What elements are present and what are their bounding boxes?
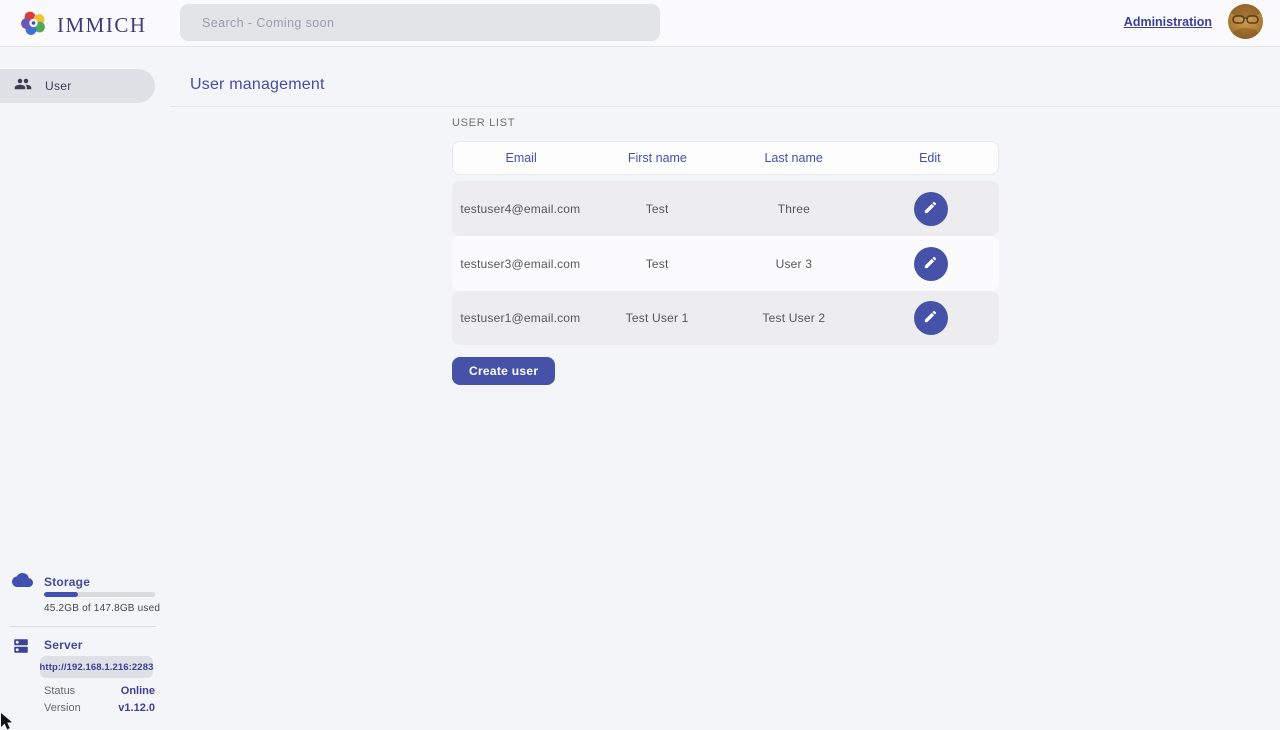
- pencil-icon: [923, 309, 938, 327]
- pencil-icon: [923, 200, 938, 218]
- group-icon: [14, 75, 32, 98]
- user-table-body: testuser4@email.com Test Three testuser3…: [452, 181, 999, 345]
- status-value: Online: [121, 685, 155, 697]
- cloud-icon: [12, 572, 33, 592]
- storage-usage-text: 45.2GB of 147.8GB used: [44, 603, 160, 614]
- server-url-chip: http://192.168.1.216:2283: [40, 656, 153, 678]
- column-header-edit: Edit: [862, 151, 998, 165]
- search-input[interactable]: [180, 4, 660, 41]
- server-version-row: Version v1.12.0: [44, 702, 155, 714]
- cell-first-name: Test User 1: [589, 311, 726, 325]
- server-status-row: Status Online: [44, 685, 155, 697]
- storage-progress-bar: [44, 592, 155, 597]
- app-logo[interactable]: IMMICH: [20, 9, 147, 42]
- column-header-last-name: Last name: [726, 151, 862, 165]
- mouse-cursor: [0, 713, 14, 730]
- sidebar-item-label: User: [45, 79, 72, 93]
- cell-first-name: Test: [589, 202, 726, 216]
- sidebar-item-user[interactable]: User: [0, 69, 155, 103]
- edit-user-button[interactable]: [914, 247, 948, 281]
- cell-email: testuser3@email.com: [452, 257, 589, 271]
- user-table-header: Email First name Last name Edit: [452, 141, 999, 175]
- version-value: v1.12.0: [118, 702, 155, 714]
- user-list-label: USER LIST: [452, 117, 515, 129]
- cell-last-name: Test User 2: [726, 311, 863, 325]
- cell-last-name: Three: [726, 202, 863, 216]
- logo-text: IMMICH: [57, 13, 147, 38]
- cell-email: testuser1@email.com: [452, 311, 589, 325]
- edit-user-button[interactable]: [914, 192, 948, 226]
- title-divider: [170, 106, 1280, 107]
- column-header-first-name: First name: [589, 151, 725, 165]
- storage-title: Storage: [44, 575, 90, 589]
- dns-server-icon: [12, 637, 30, 660]
- version-label: Version: [44, 702, 81, 714]
- sidebar-divider: [10, 626, 156, 627]
- server-title: Server: [44, 638, 83, 652]
- table-row: testuser4@email.com Test Three: [452, 181, 999, 236]
- search-bar: [180, 4, 660, 41]
- immich-flower-icon: [20, 9, 48, 42]
- table-row: testuser3@email.com Test User 3: [452, 236, 999, 291]
- cell-email: testuser4@email.com: [452, 202, 589, 216]
- cell-last-name: User 3: [726, 257, 863, 271]
- cell-first-name: Test: [589, 257, 726, 271]
- administration-link[interactable]: Administration: [1124, 15, 1212, 29]
- status-label: Status: [44, 685, 75, 697]
- table-row: testuser1@email.com Test User 1 Test Use…: [452, 291, 999, 345]
- pencil-icon: [923, 255, 938, 273]
- page-title: User management: [190, 76, 325, 94]
- create-user-button[interactable]: Create user: [452, 357, 555, 385]
- edit-user-button[interactable]: [914, 301, 948, 335]
- top-bar: IMMICH Administration: [0, 0, 1280, 47]
- column-header-email: Email: [453, 151, 589, 165]
- user-avatar[interactable]: [1228, 4, 1263, 39]
- storage-progress-fill: [44, 592, 78, 597]
